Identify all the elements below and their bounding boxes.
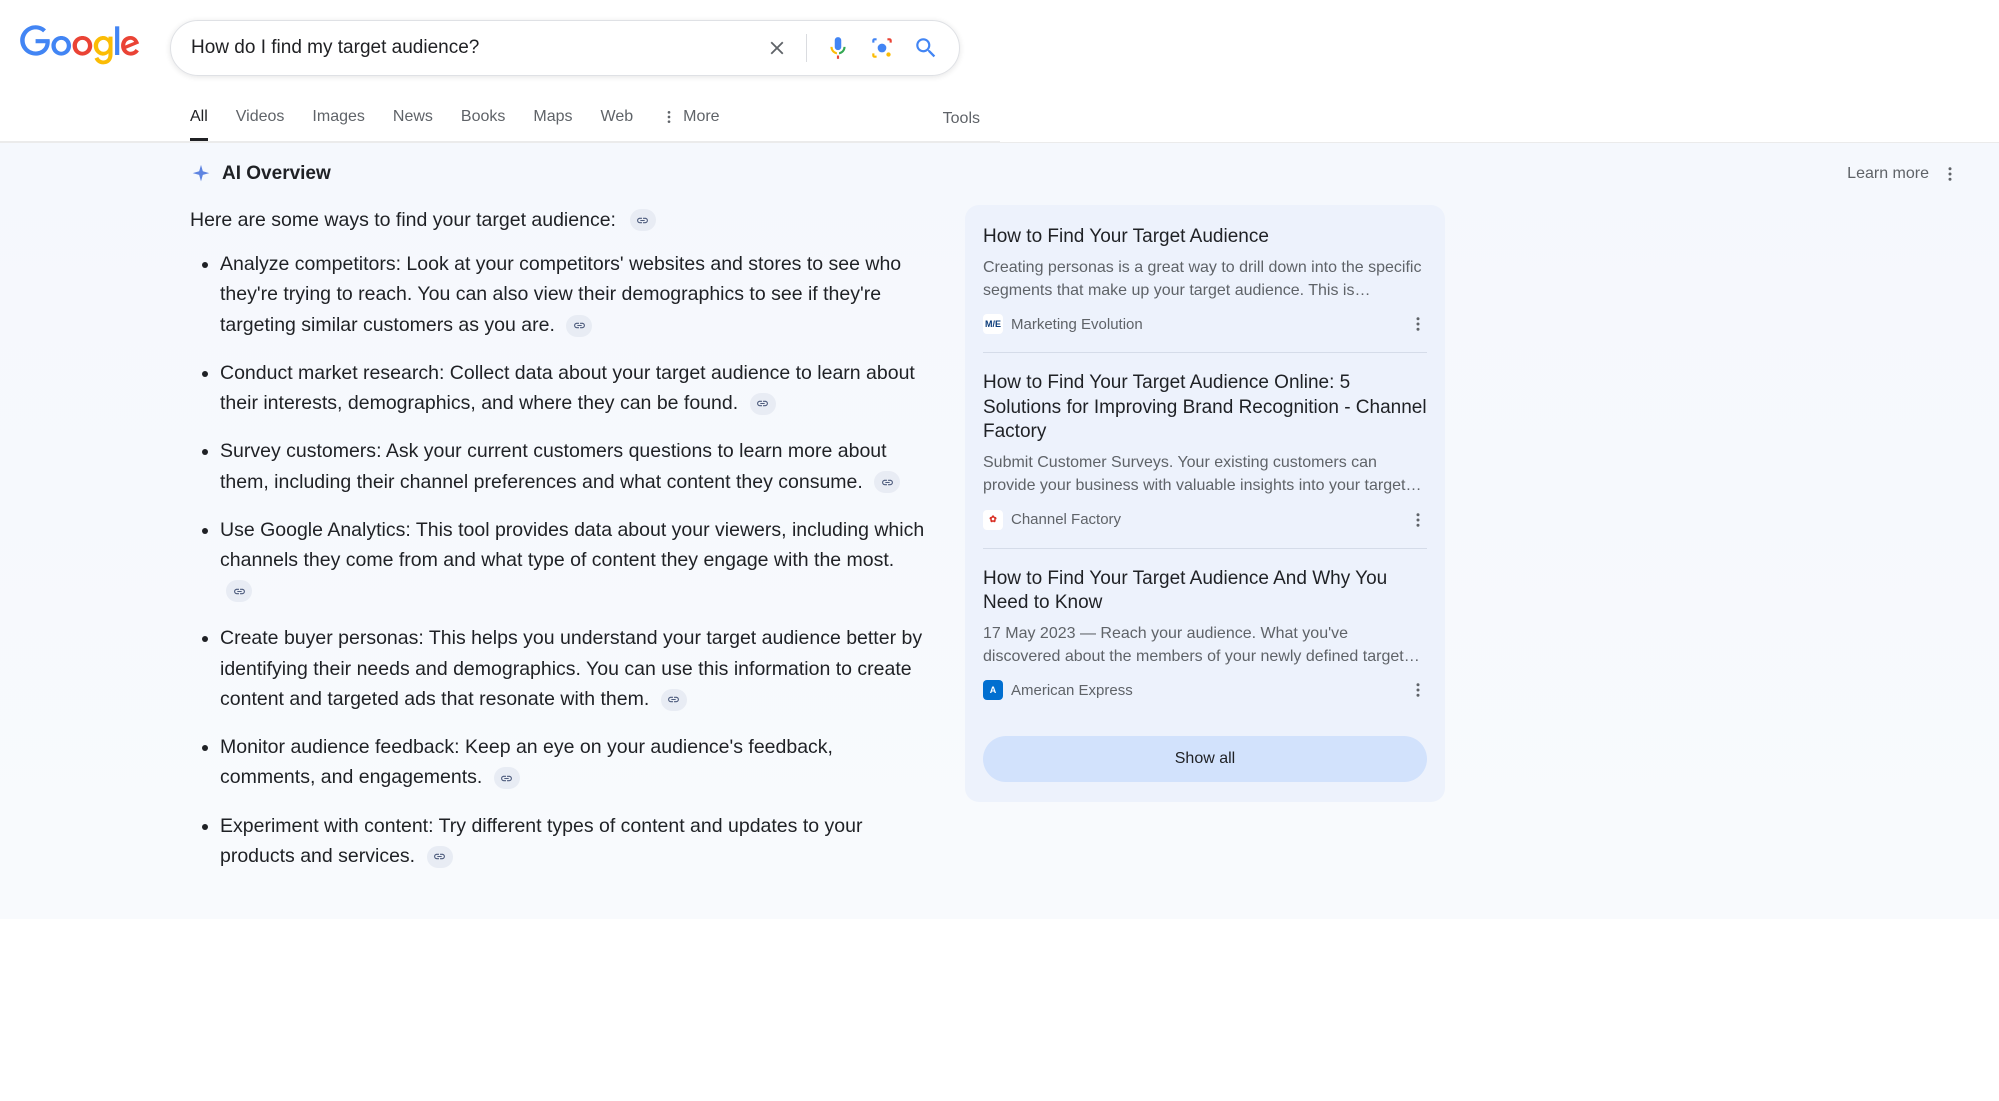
source-snippet: Submit Customer Surveys. Your existing c… xyxy=(983,451,1427,497)
more-options-icon[interactable] xyxy=(1409,315,1427,333)
favicon-icon: ✿ xyxy=(983,510,1003,530)
more-options-icon[interactable] xyxy=(1409,681,1427,699)
source-name: M/EMarketing Evolution xyxy=(983,314,1143,334)
more-options-icon[interactable] xyxy=(1409,511,1427,529)
source-card[interactable]: How to Find Your Target Audience Creating… xyxy=(983,225,1427,353)
tab-all[interactable]: All xyxy=(190,96,208,141)
ai-bullet: Create buyer personas: This helps you un… xyxy=(220,623,930,714)
citation-link-icon[interactable] xyxy=(226,580,252,602)
tab-news[interactable]: News xyxy=(393,96,433,141)
source-card[interactable]: How to Find Your Target Audience Online:… xyxy=(983,371,1427,548)
source-title: How to Find Your Target Audience xyxy=(983,225,1427,250)
ai-bullet: Analyze competitors: Look at your compet… xyxy=(220,249,930,340)
ai-overview-text: Here are some ways to find your target a… xyxy=(190,205,930,889)
ai-bullet: Experiment with content: Try different t… xyxy=(220,811,930,871)
citation-link-icon[interactable] xyxy=(427,846,453,868)
search-icon[interactable] xyxy=(913,35,939,61)
source-title: How to Find Your Target Audience Online:… xyxy=(983,371,1427,445)
tab-more-label: More xyxy=(683,108,719,126)
tab-images[interactable]: Images xyxy=(312,96,364,141)
citation-link-icon[interactable] xyxy=(661,689,687,711)
source-snippet: Creating personas is a great way to dril… xyxy=(983,256,1427,302)
clear-icon[interactable] xyxy=(766,37,788,59)
ai-intro: Here are some ways to find your target a… xyxy=(190,205,616,235)
show-all-button[interactable]: Show all xyxy=(983,736,1427,782)
source-title: How to Find Your Target Audience And Why… xyxy=(983,567,1427,616)
sparkle-icon xyxy=(190,163,212,185)
tab-books[interactable]: Books xyxy=(461,96,505,141)
ai-bullet: Use Google Analytics: This tool provides… xyxy=(220,515,930,606)
citation-link-icon[interactable] xyxy=(494,767,520,789)
google-logo[interactable] xyxy=(20,25,140,71)
tab-web[interactable]: Web xyxy=(601,96,634,141)
source-snippet: 17 May 2023 — Reach your audience. What … xyxy=(983,622,1427,668)
sources-panel: How to Find Your Target Audience Creating… xyxy=(965,205,1445,802)
citation-link-icon[interactable] xyxy=(566,315,592,337)
tab-maps[interactable]: Maps xyxy=(533,96,572,141)
learn-more-link[interactable]: Learn more xyxy=(1847,165,1929,183)
ai-bullet: Monitor audience feedback: Keep an eye o… xyxy=(220,732,930,792)
citation-link-icon[interactable] xyxy=(874,471,900,493)
source-name: ✿Channel Factory xyxy=(983,510,1121,530)
source-name: AAmerican Express xyxy=(983,680,1133,700)
ai-bullet: Conduct market research: Collect data ab… xyxy=(220,358,930,418)
ai-overview-label: AI Overview xyxy=(190,163,331,185)
search-input[interactable] xyxy=(191,37,766,59)
source-card[interactable]: How to Find Your Target Audience And Why… xyxy=(983,567,1427,719)
mic-icon[interactable] xyxy=(825,35,851,61)
more-options-icon[interactable] xyxy=(1941,165,1959,183)
tab-videos[interactable]: Videos xyxy=(236,96,285,141)
citation-link-icon[interactable] xyxy=(750,393,776,415)
lens-icon[interactable] xyxy=(869,35,895,61)
favicon-icon: M/E xyxy=(983,314,1003,334)
citation-link-icon[interactable] xyxy=(630,209,656,231)
favicon-icon: A xyxy=(983,680,1003,700)
tab-more[interactable]: More xyxy=(661,96,719,141)
search-bar xyxy=(170,20,960,76)
tools-button[interactable]: Tools xyxy=(943,98,980,140)
ai-bullet: Survey customers: Ask your current custo… xyxy=(220,436,930,496)
